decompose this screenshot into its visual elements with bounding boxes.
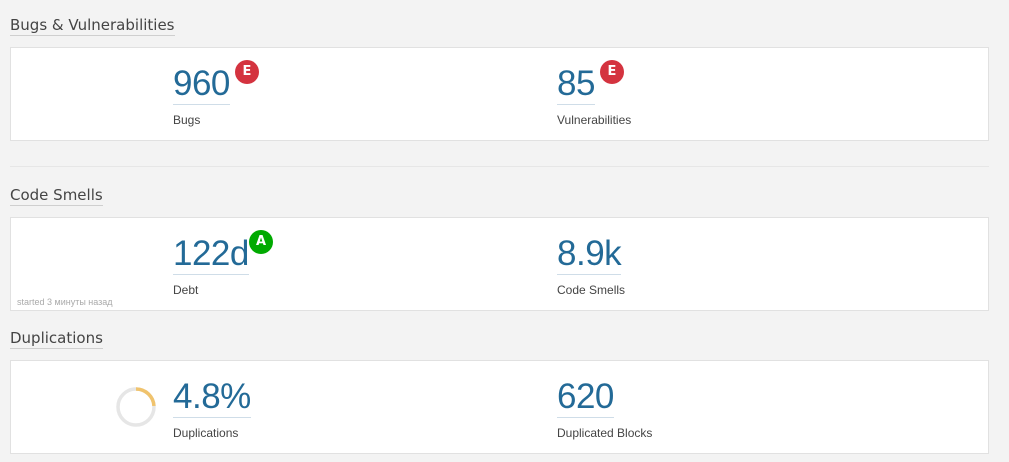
donut-chart-icon [116, 387, 156, 427]
section-title-duplications: Duplications [10, 329, 103, 349]
duplicated-blocks-value[interactable]: 620 [557, 378, 614, 418]
code-smells-value[interactable]: 8.9k [557, 235, 622, 275]
bugs-metric: 960 Bugs [173, 65, 230, 127]
code-smells-panel: 122d Debt A 8.9k Code Smells started 3 м… [10, 217, 989, 311]
duplications-value[interactable]: 4.8% [173, 378, 251, 418]
section-title-bugs-vulnerabilities: Bugs & Vulnerabilities [10, 16, 175, 36]
code-smells-label: Code Smells [557, 283, 626, 297]
bugs-value[interactable]: 960 [173, 65, 230, 105]
bugs-rating-badge[interactable]: E [235, 60, 259, 84]
vulnerabilities-label: Vulnerabilities [557, 113, 632, 127]
duplications-metric: 4.8% Duplications [173, 378, 251, 440]
debt-value[interactable]: 122d [173, 235, 249, 275]
vulnerabilities-rating-badge[interactable]: E [600, 60, 624, 84]
section-title-code-smells: Code Smells [10, 186, 103, 206]
duplicated-blocks-metric: 620 Duplicated Blocks [557, 378, 652, 440]
debt-label: Debt [173, 283, 199, 297]
section-divider [10, 166, 989, 167]
bugs-label: Bugs [173, 113, 201, 127]
analysis-started-note: started 3 минуты назад [17, 297, 113, 307]
duplications-label: Duplications [173, 426, 239, 440]
debt-metric: 122d Debt [173, 235, 249, 297]
bugs-vulnerabilities-panel: 960 Bugs E 85 Vulnerabilities E [10, 47, 989, 141]
duplications-panel: 4.8% Duplications 620 Duplicated Blocks [10, 360, 989, 454]
vulnerabilities-value[interactable]: 85 [557, 65, 595, 105]
duplicated-blocks-label: Duplicated Blocks [557, 426, 653, 440]
code-smells-metric: 8.9k Code Smells [557, 235, 625, 297]
debt-rating-badge[interactable]: A [249, 230, 273, 254]
